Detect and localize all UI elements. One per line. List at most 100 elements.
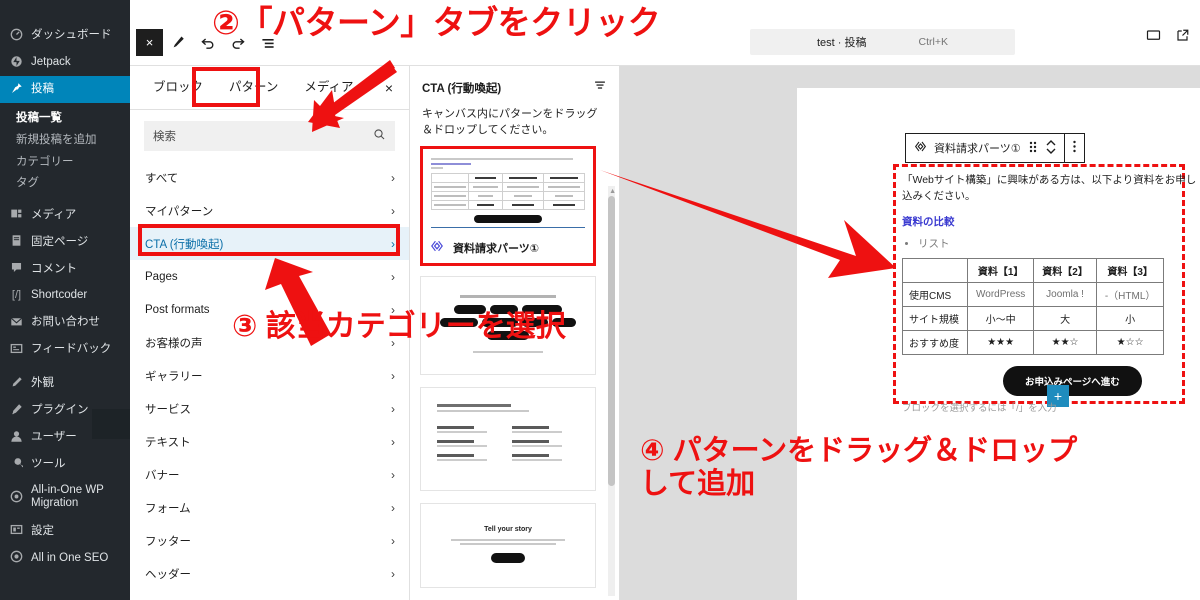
sidebar-item-dashboard[interactable]: ダッシュボード [0,22,130,49]
category-label: フォーム [145,502,191,515]
document-title-chip[interactable]: test · 投稿 Ctrl+K [750,29,1015,55]
thumb-columns [431,424,585,470]
sidebar-item-contact[interactable]: お問い合わせ [0,309,130,336]
sidebar-label: お問い合わせ [31,315,100,328]
close-editor-button[interactable]: × [136,29,163,56]
block-name: 資料請求パーツ① [934,143,1021,155]
chevron-right-icon: › [391,467,395,482]
table-row: 使用CMS WordPress Joomla ! -（HTML） [902,281,1165,307]
chevron-right-icon: › [391,203,395,218]
sidebar-item-media[interactable]: メディア [0,201,130,228]
pattern-list[interactable]: リスト [918,236,1200,251]
category-all[interactable]: すべて › [130,161,409,194]
category-label: ギャラリー [145,370,203,383]
table-cell: Joomla ! [1033,281,1097,307]
wp-admin-sidebar: ダッシュボード Jetpack 投稿 投稿一覧 新規投稿を追加 カテゴリー タグ… [0,0,130,600]
sidebar-item-migration[interactable]: All-in-One WP Migration [0,478,130,518]
sidebar-subitem-tags[interactable]: タグ [0,173,130,195]
pattern-diamond-icon [913,139,928,157]
annotation-arrow-drag-drop [600,170,896,278]
table-cell: サイト規模 [902,305,968,331]
tools-icon [9,457,24,472]
thumb-title: Tell your story [484,526,532,533]
category-label: ヘッダー [145,568,191,581]
comment-icon [9,261,24,276]
plugin-icon [9,403,24,418]
category-form[interactable]: フォーム › [130,491,409,524]
sidebar-label: フィードバック [31,342,112,355]
chevron-right-icon: › [391,368,395,383]
sidebar-item-posts[interactable]: 投稿 [0,76,130,103]
category-header[interactable]: ヘッダー › [130,557,409,590]
more-options-button[interactable] [1065,139,1084,157]
top-bar-right-actions [1146,28,1190,48]
pattern-card-shiryo[interactable]: 資料請求パーツ① [420,146,596,266]
sidebar-item-tools[interactable]: ツール [0,451,130,478]
comparison-table[interactable]: 資料【1】 資料【2】 資料【3】 使用CMS WordPress Joomla… [902,257,1165,355]
move-up-down-icon[interactable] [1045,139,1057,158]
table-row: サイト規模 小～中 大 小 [902,305,1165,331]
sidebar-subitem-categories[interactable]: カテゴリー [0,152,130,174]
category-services[interactable]: サービス › [130,392,409,425]
table-cell: おすすめ度 [902,329,968,355]
sidebar-label: 外観 [31,376,54,389]
chevron-right-icon: › [391,566,395,581]
sidebar-item-jetpack[interactable]: Jetpack [0,49,130,76]
pattern-thumbnail [426,152,590,233]
sidebar-item-appearance[interactable]: 外観 [0,370,130,397]
table-header-cell: 資料【1】 [966,257,1035,283]
chevron-right-icon: › [391,401,395,416]
sidebar-item-shortcoder[interactable]: [/] Shortcoder [0,282,130,308]
sidebar-label: プラグイン [31,403,89,416]
list-item[interactable]: リスト [918,236,1200,251]
sidebar-label: ダッシュボード [31,29,112,42]
pattern-content: 「Webサイト構築」に興味がある方は、以下より資料をお申し込みください。 資料の… [902,172,1200,355]
pattern-paragraph[interactable]: 「Webサイト構築」に興味がある方は、以下より資料をお申し込みください。 [902,172,1200,205]
sidebar-subitem-add-new[interactable]: 新規投稿を追加 [0,130,130,152]
sidebar-item-pages[interactable]: 固定ページ [0,228,130,255]
search-icon[interactable] [373,128,386,144]
annotation-step-3: ③ 該当カテゴリーを選択 [232,310,566,343]
pencil-icon[interactable] [163,28,193,58]
block-toolbar: 資料請求パーツ① [905,133,1085,163]
block-toolbar-main[interactable]: 資料請求パーツ① [906,139,1064,158]
jetpack-icon [9,55,24,70]
pattern-diamond-icon [429,238,445,257]
category-label: バナー [145,469,180,482]
category-label: サービス [145,403,191,416]
pattern-thumb-table [431,173,586,210]
pattern-caption: 資料請求パーツ① [426,233,590,260]
sidebar-item-aioseo[interactable]: All in One SEO [0,544,130,571]
pattern-card-tell-your-story[interactable]: Tell your story [420,503,596,588]
sidebar-label: ユーザー [31,430,77,443]
category-banner[interactable]: バナー › [130,458,409,491]
category-gallery[interactable]: ギャラリー › [130,359,409,392]
sidebar-submenu-posts: 投稿一覧 新規投稿を追加 カテゴリー タグ [0,103,130,201]
category-label: Pages [145,270,178,283]
table-header-cell: 資料【3】 [1095,257,1165,283]
appearance-icon [9,376,24,391]
category-label: フッター [145,535,191,548]
screenshot-root: ダッシュボード Jetpack 投稿 投稿一覧 新規投稿を追加 カテゴリー タグ… [0,0,1200,600]
filter-icon[interactable] [593,78,607,97]
sidebar-label: メディア [31,208,77,221]
sidebar-item-feedback[interactable]: フィードバック [0,336,130,363]
table-cell: 小 [1095,305,1165,331]
table-header-cell [902,257,968,283]
table-header-cell: 資料【2】 [1033,257,1097,283]
desktop-icon[interactable] [1146,28,1161,48]
drag-handle-icon[interactable] [1027,140,1039,157]
external-link-icon[interactable] [1175,28,1190,48]
cta-button[interactable]: お申込みページへ進む [1003,366,1142,396]
pattern-card-stats[interactable] [420,387,596,491]
category-media[interactable]: メディア› [130,590,409,600]
sidebar-item-comments[interactable]: コメント [0,255,130,282]
category-footer[interactable]: フッター › [130,524,409,557]
sidebar-subitem-all-posts[interactable]: 投稿一覧 [0,108,130,130]
pattern-name: 資料請求パーツ① [453,242,540,255]
category-text[interactable]: テキスト › [130,425,409,458]
pattern-heading[interactable]: 資料の比較 [902,214,1200,229]
category-my-patterns[interactable]: マイパターン › [130,194,409,227]
sidebar-divider [0,363,130,370]
sidebar-item-settings[interactable]: 設定 [0,517,130,544]
